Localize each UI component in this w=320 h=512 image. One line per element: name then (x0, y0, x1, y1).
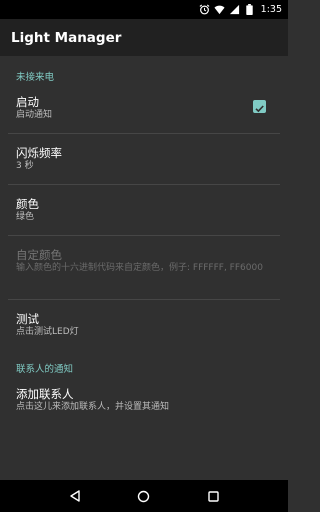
divider (8, 235, 280, 236)
divider (8, 184, 280, 185)
pref-summary: 绿色 (16, 212, 35, 222)
checkmark-icon (255, 105, 264, 113)
category-header-contacts: 联系人的通知 (16, 364, 74, 375)
battery-icon (244, 4, 255, 15)
recents-icon (208, 490, 219, 502)
divider (8, 133, 280, 134)
app-bar: Light Manager (0, 19, 288, 56)
pref-title: 添加联系人 (16, 387, 74, 401)
wifi-icon (214, 4, 225, 15)
home-button[interactable] (128, 480, 160, 512)
pref-title: 启动 (16, 95, 39, 109)
pref-title: 测试 (16, 312, 39, 326)
pref-title: 闪烁频率 (16, 146, 62, 160)
category-header-missed-call: 未接来电 (16, 72, 55, 83)
pref-title: 颜色 (16, 197, 39, 211)
app-title: Light Manager (11, 29, 122, 46)
preferences-list: 未接来电 启动 启动通知 闪烁频率 3 秒 颜色 绿色 自定颜色 输入颜色的十六… (0, 56, 288, 480)
signal-icon (229, 4, 240, 15)
navigation-bar (0, 480, 288, 512)
alarm-icon (199, 4, 210, 15)
status-time: 1:35 (260, 4, 282, 15)
pref-summary: 点击测试LED灯 (16, 327, 79, 337)
pref-summary: 输入颜色的十六进制代码来自定颜色，例子: FFFFFF, FF6000 (16, 263, 263, 273)
pref-title: 自定颜色 (16, 248, 62, 262)
back-icon (69, 490, 80, 502)
pref-summary: 启动通知 (16, 110, 53, 120)
back-button[interactable] (59, 480, 91, 512)
pref-summary: 点击这儿来添加联系人，并设置其通知 (16, 402, 170, 412)
home-icon (138, 490, 150, 502)
divider (8, 299, 280, 300)
recents-button[interactable] (197, 480, 229, 512)
enable-checkbox[interactable] (253, 100, 266, 113)
pref-summary: 3 秒 (16, 161, 34, 171)
status-bar: 1:35 (0, 0, 288, 19)
